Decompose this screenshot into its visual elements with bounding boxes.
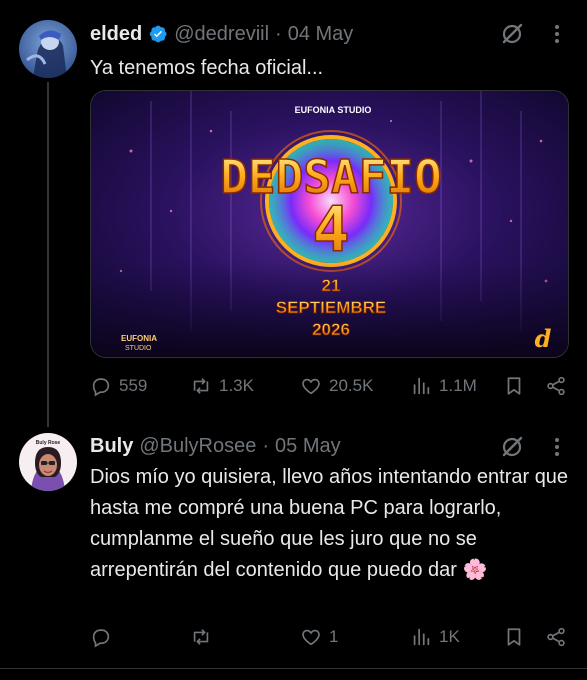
reply-button[interactable] — [90, 622, 119, 652]
tweet-elded[interactable]: elded @dedreviil · 04 May Ya tenemos fec… — [0, 0, 587, 427]
views-icon — [413, 377, 430, 395]
more-options-icon[interactable] — [547, 21, 567, 47]
user-handle[interactable]: @dedreviil — [174, 23, 269, 46]
retweet-icon — [193, 629, 209, 645]
tweet-header: Buly @BulyRosee · 05 May — [90, 432, 341, 460]
reply-icon — [92, 378, 110, 397]
like-button[interactable]: 1 — [300, 622, 338, 652]
views-count: 1K — [439, 627, 460, 646]
tweet-actions: 1 1K — [90, 622, 570, 652]
display-name[interactable]: elded — [90, 23, 142, 46]
share-icon — [547, 627, 565, 647]
user-handle[interactable]: @BulyRosee — [139, 435, 256, 458]
retweet-icon — [193, 378, 209, 394]
bookmark-icon — [507, 377, 521, 395]
views-button[interactable]: 1.1M — [410, 371, 477, 401]
reply-icon — [92, 629, 110, 648]
like-count: 20.5K — [329, 376, 374, 395]
poster-date-year: 2026 — [312, 320, 350, 339]
poster-corner-logo: d — [535, 324, 552, 353]
reply-button[interactable]: 559 — [90, 371, 147, 401]
tweet-date[interactable]: 04 May — [288, 23, 354, 46]
tweet-text: Ya tenemos fecha oficial... — [90, 57, 324, 79]
like-count: 1 — [329, 627, 339, 646]
like-button[interactable]: 20.5K — [300, 371, 373, 401]
views-icon — [413, 628, 430, 646]
bottom-divider — [0, 668, 587, 669]
tweet-media-image[interactable]: EUFONIA STUDIO DEDSAFIO 4 21 SEPTIEMBRE … — [90, 90, 569, 358]
separator-dot: · — [262, 434, 270, 457]
poster-studio-bottom-1: EUFONIA — [121, 334, 157, 343]
separator-dot: · — [275, 22, 282, 45]
poster-date-day: 21 — [322, 276, 341, 295]
verified-badge-icon — [150, 25, 167, 43]
retweet-button[interactable] — [190, 622, 219, 652]
share-icon — [547, 376, 565, 396]
avatar-elded[interactable] — [19, 20, 77, 78]
grok-icon[interactable] — [499, 21, 525, 47]
views-count: 1.1M — [439, 376, 477, 395]
avatar-buly[interactable]: Buly Rose — [19, 433, 77, 491]
bookmark-icon — [507, 628, 521, 646]
poster-studio-top: EUFONIA STUDIO — [295, 105, 372, 115]
retweet-button[interactable]: 1.3K — [190, 371, 254, 401]
more-options-icon[interactable] — [547, 434, 567, 460]
poster-title-number: 4 — [312, 193, 349, 266]
tweet-buly[interactable]: Buly Rose Buly @BulyRosee · 05 May Dios … — [0, 427, 587, 667]
heart-icon — [302, 378, 320, 395]
tweet-text: Dios mío yo quisiera, llevo años intenta… — [90, 466, 569, 581]
share-button[interactable] — [545, 622, 567, 652]
avatar-buly-label: Buly Rose — [36, 440, 61, 446]
retweet-count: 1.3K — [219, 376, 254, 395]
bookmark-button[interactable] — [503, 622, 525, 652]
bookmark-button[interactable] — [503, 371, 525, 401]
tweet-actions: 559 1.3K 20.5K 1.1M — [90, 371, 570, 401]
tweet-header: elded @dedreviil · 04 May — [90, 20, 353, 48]
poster-studio-bottom-2: STUDIO — [125, 345, 152, 352]
heart-icon — [302, 629, 320, 646]
share-button[interactable] — [545, 371, 567, 401]
views-button[interactable]: 1K — [410, 622, 460, 652]
grok-icon[interactable] — [499, 434, 525, 460]
tweet-date[interactable]: 05 May — [275, 435, 341, 458]
display-name[interactable]: Buly — [90, 435, 133, 458]
dedsafio-poster: EUFONIA STUDIO DEDSAFIO 4 21 SEPTIEMBRE … — [91, 91, 568, 357]
poster-date-month: SEPTIEMBRE — [276, 298, 387, 317]
thread-line — [47, 82, 49, 427]
reply-count: 559 — [119, 376, 148, 395]
